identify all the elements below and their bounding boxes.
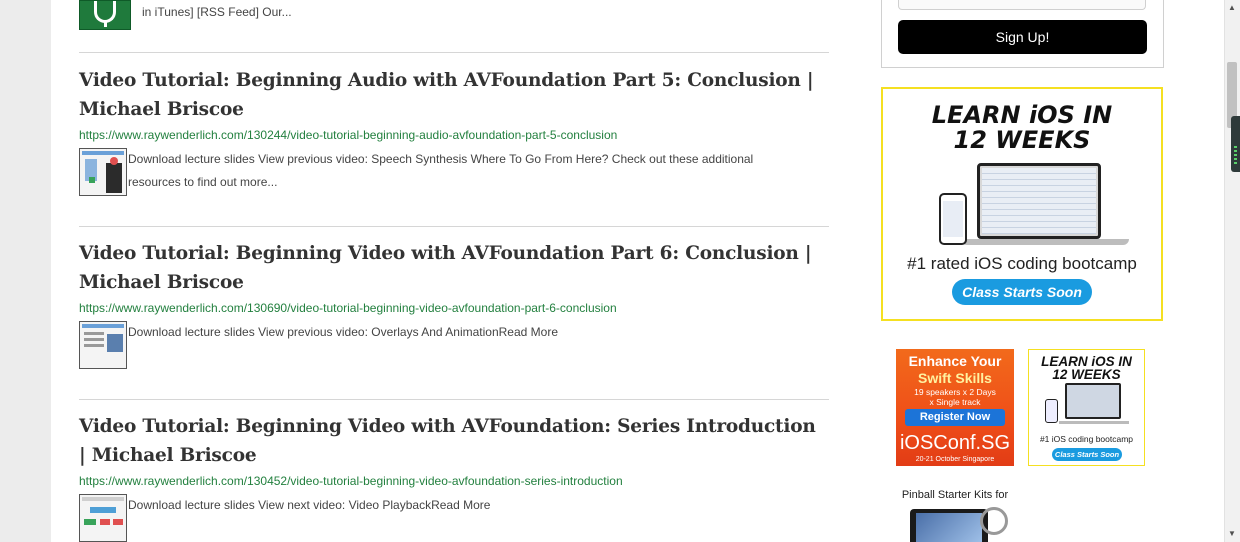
ad-subtitle: #1 iOS coding bootcamp	[1039, 434, 1134, 444]
entry-snippet: in iTunes] [RSS Feed] Our...	[142, 5, 292, 19]
entry-url-link[interactable]: https://www.raywenderlich.com/130244/vid…	[79, 128, 829, 142]
entry-title-link[interactable]: Video Tutorial: Beginning Audio with AVF…	[79, 66, 819, 124]
class-starts-soon-button[interactable]: Class Starts Soon	[952, 279, 1092, 305]
entry-excerpt: Download lecture slides View previous vi…	[128, 152, 754, 189]
phone-image	[1045, 399, 1058, 423]
divider	[79, 52, 829, 53]
entry-thumbnail[interactable]	[79, 148, 127, 196]
ad-headline: Pinball Starter Kits for	[901, 489, 1009, 501]
podcast-thumbnail[interactable]	[79, 0, 131, 30]
microphone-icon	[94, 1, 116, 23]
entry-excerpt: Download lecture slides View previous vi…	[128, 325, 559, 339]
bootcamp-ad[interactable]: LEARN iOS IN 12 WEEKS #1 rated iOS codin…	[881, 87, 1163, 321]
ad-headline: 12 WEEKS	[1052, 367, 1121, 382]
ad-brand: iOSConf.SG	[899, 432, 1011, 454]
entry-url-link[interactable]: https://www.raywenderlich.com/130690/vid…	[79, 301, 829, 315]
bootcamp-ad-small[interactable]: LEARN iOS IN 12 WEEKS #1 iOS coding boot…	[1028, 349, 1145, 466]
register-now-button[interactable]: Register Now	[905, 409, 1005, 426]
ad-headline: 12 WEEKS	[953, 126, 1091, 154]
pinball-ad[interactable]: Pinball Starter Kits for	[896, 485, 1014, 542]
entry-url-link[interactable]: https://www.raywenderlich.com/130452/vid…	[79, 474, 829, 488]
entry-title-link[interactable]: Video Tutorial: Beginning Video with AVF…	[79, 239, 819, 297]
ad-headline: Enhance Your	[908, 353, 1002, 369]
class-starts-soon-button[interactable]: Class Starts Soon	[1052, 448, 1122, 461]
ad-subtitle: #1 rated iOS coding bootcamp	[907, 254, 1137, 273]
signup-button[interactable]: Sign Up!	[898, 20, 1147, 54]
list-item: Video Tutorial: Beginning Video with AVF…	[79, 239, 829, 371]
entry-thumbnail[interactable]	[79, 321, 127, 369]
entry-title-link[interactable]: Video Tutorial: Beginning Video with AVF…	[79, 412, 819, 470]
email-field[interactable]	[898, 0, 1146, 10]
list-item: Video Tutorial: Beginning Audio with AVF…	[79, 66, 829, 198]
list-item: in iTunes] [RSS Feed] Our...	[79, 0, 829, 52]
divider	[79, 399, 829, 400]
laptop-image	[977, 163, 1101, 239]
ad-headline: LEARN iOS IN	[931, 101, 1113, 129]
divider	[79, 226, 829, 227]
laptop-image	[1065, 383, 1121, 419]
ad-headline: Swift Skills	[918, 370, 992, 386]
list-item: Video Tutorial: Beginning Video with AVF…	[79, 412, 829, 542]
entry-excerpt: Download lecture slides View next video:…	[128, 498, 491, 512]
iosconf-ad[interactable]: Enhance Your Swift Skills 19 speakers x …	[896, 349, 1014, 466]
arrow-down-icon[interactable]: ▼	[1228, 530, 1236, 538]
tablet-image	[910, 509, 988, 542]
ad-detail: x Single track	[929, 397, 981, 407]
ad-detail: 19 speakers x 2 Days	[914, 387, 996, 397]
entry-thumbnail[interactable]	[79, 494, 127, 542]
ad-date: 20-21 October Singapore	[915, 456, 995, 463]
phone-image	[939, 193, 967, 245]
arrow-up-icon[interactable]: ▲	[1228, 4, 1236, 12]
